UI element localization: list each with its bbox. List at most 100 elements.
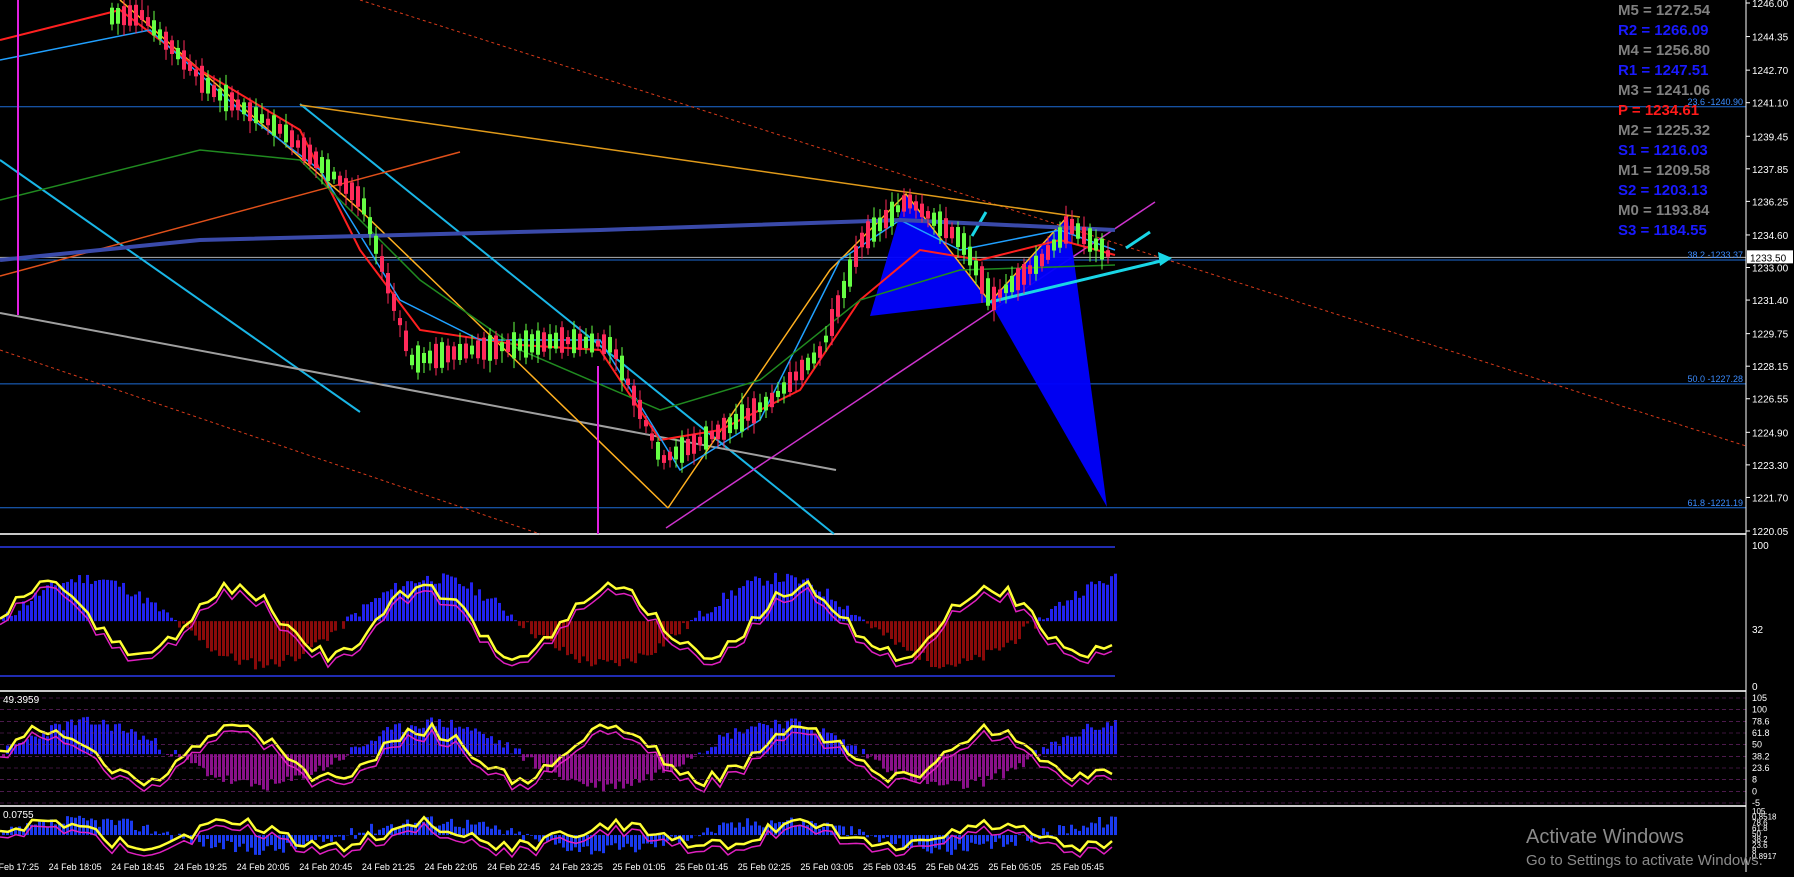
panel3-bar-up: [514, 834, 517, 835]
panel3-bar-up: [490, 829, 493, 835]
panel2-bar-down: [886, 754, 889, 772]
panel2-bar-up: [1098, 730, 1101, 754]
candle-body: [296, 140, 300, 147]
candle-body: [686, 439, 690, 455]
panel2-bar-down: [610, 754, 613, 783]
panel3-bar-up: [358, 833, 361, 835]
candle-body: [788, 372, 792, 392]
panel3-bar-up: [150, 834, 153, 835]
candle-body: [632, 386, 636, 406]
activate-windows-subtitle: Go to Settings to activate Windows.: [1526, 852, 1763, 869]
panel3-bar-down: [566, 835, 569, 851]
price-chart-canvas[interactable]: 23.6 -1240.9038.2 -1233.3750.0 -1227.286…: [0, 0, 1794, 872]
candle-body: [290, 130, 294, 147]
panel1-bar-up: [102, 580, 105, 622]
time-axis-label: 24 Feb 19:25: [174, 862, 227, 872]
panel1-bar-up: [850, 615, 853, 621]
panel1-bar-up: [506, 616, 509, 621]
candle-body: [146, 17, 150, 26]
candle-body: [968, 247, 972, 266]
price-tick-label: 1241.10: [1752, 99, 1789, 110]
panel1-bar-down: [274, 621, 277, 664]
panel3-bar-up: [1106, 824, 1109, 835]
candle-body: [1004, 284, 1008, 293]
panel1-bar-down: [974, 621, 977, 655]
panel2-bar-up: [1078, 736, 1081, 754]
panel1-bar-up: [346, 617, 349, 622]
panel2-bar-down: [238, 754, 241, 780]
panel3-bar-up: [1074, 829, 1077, 835]
panel3-bar-up: [1078, 831, 1081, 835]
panel2-bar-down: [878, 754, 881, 760]
candle-body: [500, 342, 504, 351]
pivot-level-label: R2 = 1266.09: [1618, 22, 1709, 39]
panel1-bar-down: [890, 621, 893, 639]
panel1-bar-down: [226, 621, 229, 656]
panel2-bar-up: [1074, 737, 1077, 755]
candle-body: [1088, 228, 1092, 252]
candle-body: [134, 5, 138, 26]
panel1-bar-down: [222, 621, 225, 656]
panel1-bar-up: [842, 609, 845, 621]
panel2-bar-up: [174, 750, 177, 754]
panel3-bar-up: [1062, 826, 1065, 835]
panel2-bar-down: [682, 754, 685, 764]
candle-body: [740, 404, 744, 431]
panel1-bar-up: [494, 598, 497, 622]
candle-body: [896, 205, 900, 212]
panel2-bar-down: [274, 754, 277, 784]
current-price-label: 1233.50: [1750, 253, 1787, 264]
panel3-bar-down: [254, 835, 257, 855]
panel2-bar-up: [146, 740, 149, 755]
candle-body: [284, 125, 288, 143]
panel1-bar-down: [910, 621, 913, 651]
panel1-bar-down: [882, 621, 885, 635]
panel2-scale-label: 50: [1752, 740, 1762, 750]
candle-body: [662, 455, 666, 463]
panel2-bar-up: [366, 744, 369, 754]
panel3-bar-down: [334, 835, 337, 837]
panel3-bar-up: [46, 828, 49, 836]
time-axis-label: 24 Feb 18:05: [49, 862, 102, 872]
panel3-bar-up: [406, 820, 409, 835]
candle-body: [1028, 265, 1032, 274]
panel2-bar-up: [394, 724, 397, 754]
panel2-bar-down: [578, 754, 581, 781]
panel3-bar-up: [474, 825, 477, 836]
panel3-bar-down: [534, 835, 537, 839]
panel1-bar-down: [966, 621, 969, 661]
panel1-bar-up: [426, 576, 429, 621]
panel1-bar-up: [146, 598, 149, 621]
candle-body: [110, 8, 114, 25]
time-axis-label: 24 Feb 20:45: [299, 862, 352, 872]
panel1-bar-down: [522, 621, 525, 628]
panel2-bar-up: [518, 749, 521, 755]
panel1-bar-down: [950, 621, 953, 665]
candle-body: [728, 417, 732, 433]
candle-body: [806, 358, 810, 370]
candle-body: [584, 337, 588, 348]
panel1-bar-down: [534, 621, 537, 638]
panel2-bar-down: [950, 754, 953, 781]
candle-body: [470, 346, 474, 355]
panel2-bar-down: [906, 754, 909, 772]
panel1-bar-up: [138, 591, 141, 621]
panel3-bar-down: [894, 835, 897, 844]
panel2-bar-up: [746, 729, 749, 754]
pivot-level-label: S3 = 1184.55: [1618, 222, 1707, 239]
candle-body: [1022, 264, 1026, 285]
panel1-bar-up: [758, 578, 761, 621]
panel3-bar-down: [214, 835, 217, 847]
panel3-bar-up: [1070, 825, 1073, 835]
panel1-bar-down: [1022, 621, 1025, 626]
panel3-bar-up: [1066, 833, 1069, 835]
panel2-bar-up: [778, 724, 781, 754]
panel1-bar-down: [602, 621, 605, 660]
panel1-bar-down: [1002, 621, 1005, 647]
panel3-bar-up: [166, 832, 169, 835]
panel2-scale-label: 100: [1752, 705, 1767, 715]
panel3-bar-down: [282, 835, 285, 853]
candle-body: [926, 211, 930, 219]
time-axis-label: 24 Feb 20:05: [237, 862, 290, 872]
pivot-level-label: R1 = 1247.51: [1618, 62, 1709, 79]
